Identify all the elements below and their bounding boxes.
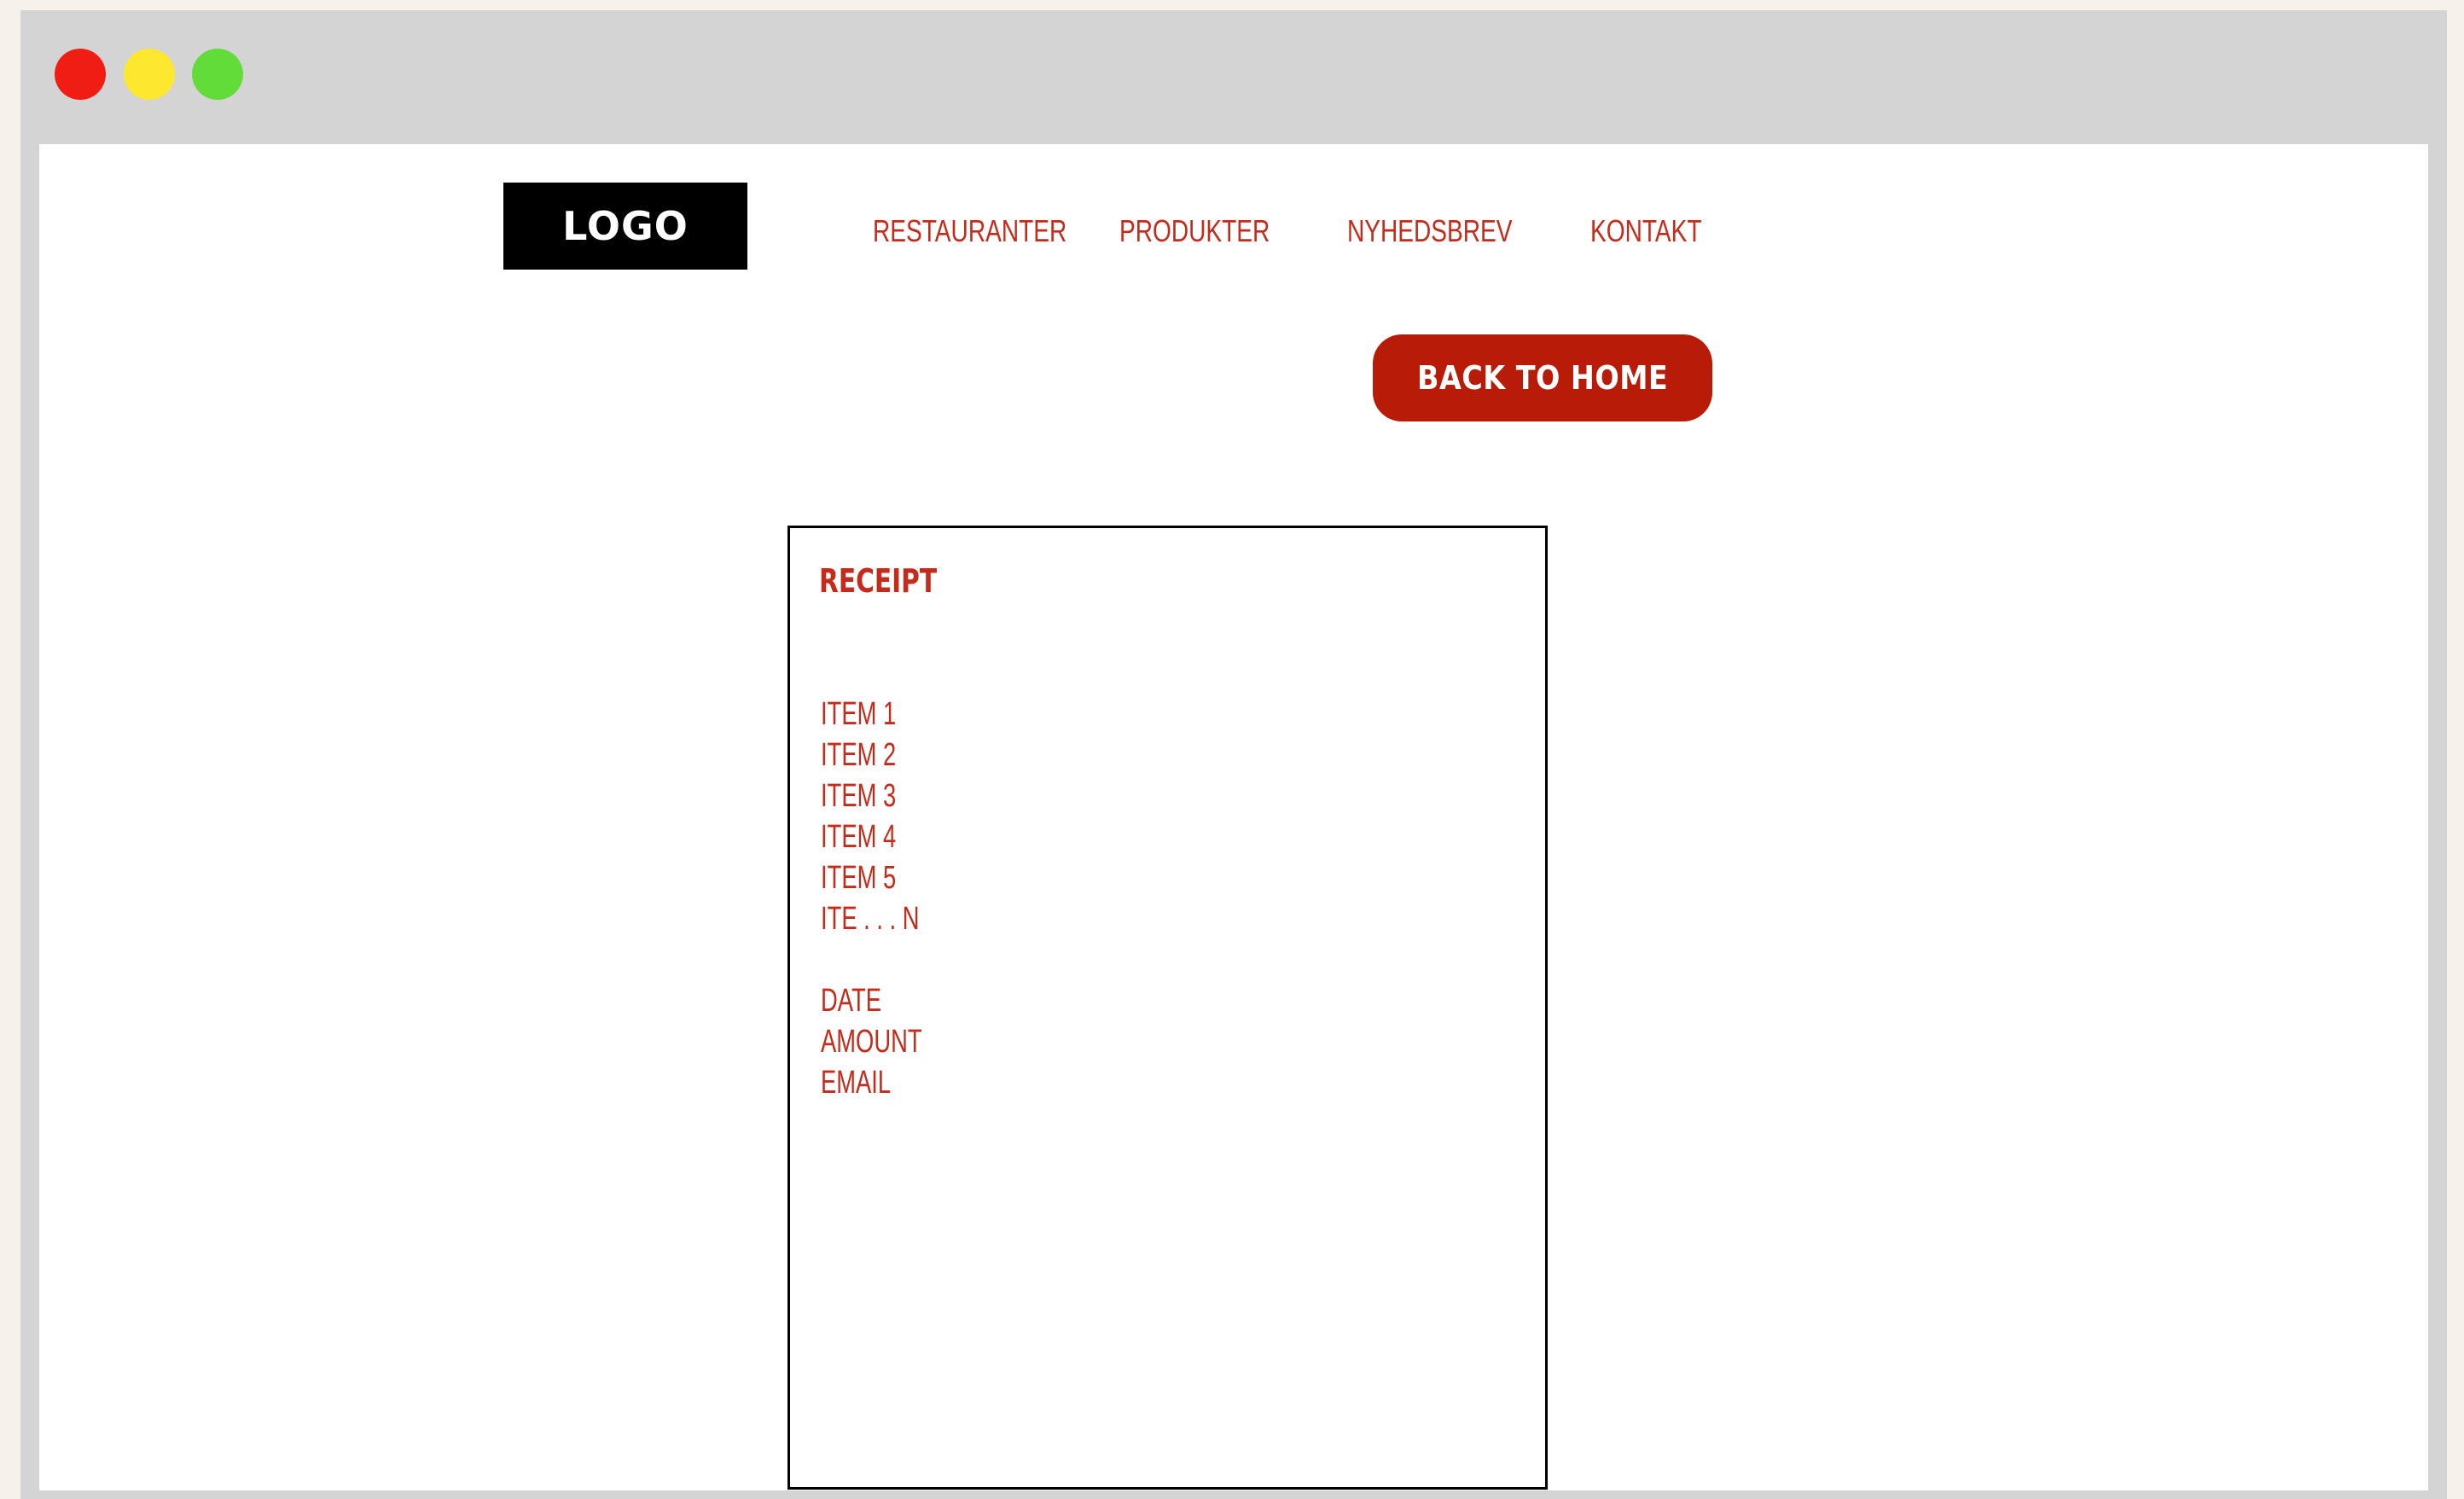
receipt-spacer [821, 939, 922, 980]
receipt-item: ITEM 3 [821, 778, 897, 814]
receipt-item: ITEM 1 [821, 696, 897, 732]
back-to-home-label: BACK TO HOME [1416, 359, 1669, 397]
receipt-field-date: DATE [821, 983, 881, 1019]
receipt-item: ITEM 5 [821, 860, 897, 896]
nav-link-kontakt[interactable]: KONTAKT [1590, 214, 1702, 248]
receipt-item: ITEM 4 [821, 819, 897, 855]
receipt-item: ITE . . . N [821, 901, 920, 937]
nav-link-restauranter[interactable]: RESTAURANTER [873, 214, 1066, 248]
receipt-field-amount: AMOUNT [821, 1024, 922, 1060]
receipt-field-email: EMAIL [821, 1065, 892, 1101]
page-viewport: LOGO RESTAURANTER PRODUKTER NYHEDSBREV K… [39, 144, 2428, 1490]
receipt-panel: RECEIPT ITEM 1 ITEM 2 ITEM 3 ITEM 4 ITEM… [787, 526, 1548, 1490]
nav-link-nyhedsbrev[interactable]: NYHEDSBREV [1347, 214, 1512, 248]
receipt-list: ITEM 1 ITEM 2 ITEM 3 ITEM 4 ITEM 5 ITE .… [821, 694, 962, 1103]
minimize-window-button[interactable] [124, 49, 175, 100]
back-to-home-button[interactable]: BACK TO HOME [1373, 334, 1712, 421]
browser-window: LOGO RESTAURANTER PRODUKTER NYHEDSBREV K… [20, 10, 2447, 1499]
maximize-window-button[interactable] [192, 49, 243, 100]
site-logo[interactable]: LOGO [503, 183, 747, 270]
nav-link-produkter[interactable]: PRODUKTER [1119, 214, 1270, 248]
receipt-item: ITEM 2 [821, 737, 897, 773]
close-window-button[interactable] [55, 49, 106, 100]
receipt-title: RECEIPT [819, 562, 938, 600]
